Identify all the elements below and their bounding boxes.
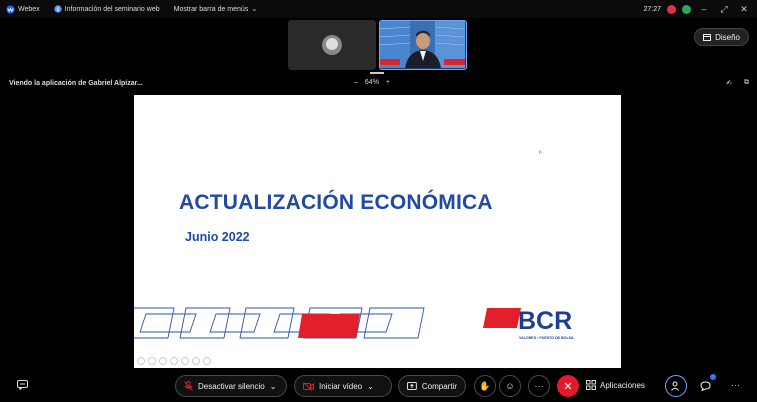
unmute-label: Desactivar silencio: [198, 381, 265, 391]
video-strip-handle[interactable]: [370, 72, 384, 74]
close-button[interactable]: ✕: [737, 4, 751, 15]
meeting-timer: 27:27: [643, 5, 661, 13]
annotate-icon[interactable]: ✍: [726, 79, 732, 87]
security-status-icon: [682, 4, 691, 14]
slide-grid-icon[interactable]: [181, 357, 189, 365]
participants-icon: [671, 381, 679, 391]
slide-next-icon[interactable]: [148, 357, 156, 365]
webex-logo-icon: [6, 4, 15, 14]
decorative-parallelograms: [134, 307, 425, 339]
chat-bubble-icon: [699, 381, 711, 391]
meeting-toolbar: Desactivar silencio ⌄ Iniciar vídeo ⌄ Co…: [0, 372, 757, 400]
bcr-logo: BCR VALORES • PUESTO DE BOLSA: [483, 307, 574, 340]
leave-meeting-button[interactable]: ✕: [557, 375, 579, 397]
emoji-icon: ☺: [505, 381, 515, 391]
raise-hand-button[interactable]: ✋: [474, 375, 496, 397]
share-label: Compartir: [421, 381, 457, 391]
pop-out-icon[interactable]: ⧉: [744, 79, 749, 87]
start-video-button[interactable]: Iniciar vídeo ⌄: [294, 375, 392, 397]
layout-button-label: Diseño: [715, 32, 740, 42]
share-screen-icon: [407, 381, 417, 390]
webinar-info-label: Información del seminario web: [64, 5, 160, 13]
webex-menu[interactable]: Webex: [6, 4, 40, 14]
restore-button[interactable]: ⤢: [717, 4, 731, 15]
app-name: Webex: [18, 5, 40, 13]
slide-more-icon[interactable]: [203, 357, 211, 365]
slide-title: ACTUALIZACIÓN ECONÓMICA: [179, 191, 493, 214]
zoom-controls: – 64% +: [354, 79, 390, 86]
title-bar: Webex Información del seminario web Most…: [0, 0, 757, 18]
microphone-muted-icon: [184, 381, 193, 391]
participant-video-tile[interactable]: [288, 20, 376, 70]
bcr-logo-subtext: VALORES • PUESTO DE BOLSA: [519, 336, 574, 340]
minimize-button[interactable]: –: [697, 4, 711, 14]
apps-button[interactable]: Aplicaciones: [586, 380, 645, 390]
more-icon: ···: [534, 381, 544, 391]
chat-notification-dot: [710, 374, 716, 380]
slide-zoom-icon[interactable]: [170, 357, 178, 365]
chevron-down-icon[interactable]: ⌄: [367, 382, 374, 391]
mouse-cursor-icon: ▹: [539, 149, 543, 156]
slide-controls: [137, 357, 211, 365]
zoom-in-button[interactable]: +: [386, 79, 390, 86]
zoom-out-button[interactable]: –: [354, 79, 358, 86]
speaker-video-feed: [380, 21, 466, 68]
reactions-button[interactable]: ☺: [499, 375, 521, 397]
more-options-button[interactable]: ···: [528, 375, 550, 397]
share-button[interactable]: Compartir: [398, 375, 466, 397]
info-icon: [54, 5, 62, 13]
webinar-info-button[interactable]: Información del seminario web: [54, 5, 160, 13]
viewing-app-label: Viendo la aplicación de Gabriel Alpízar.…: [9, 80, 143, 87]
active-speaker-video-tile[interactable]: [379, 20, 467, 70]
slide-subtitle: Junio 2022: [185, 230, 250, 244]
captions-icon[interactable]: [17, 380, 28, 390]
apps-grid-icon: [586, 380, 596, 390]
show-menu-bar-label: Mostrar barra de menús: [173, 5, 249, 13]
chevron-down-icon[interactable]: ⌄: [270, 382, 277, 391]
layout-button[interactable]: Diseño: [694, 28, 749, 46]
recording-indicator-icon: [667, 4, 676, 14]
slide-pen-icon[interactable]: [159, 357, 167, 365]
bcr-logo-text: BCR: [518, 307, 572, 335]
start-video-label: Iniciar vídeo: [319, 381, 363, 391]
slide-subtitles-icon[interactable]: [192, 357, 200, 365]
chevron-down-icon: ⌄: [251, 6, 258, 13]
close-icon: ✕: [563, 380, 573, 393]
zoom-level: 64%: [364, 79, 379, 86]
layout-icon: [703, 33, 712, 41]
avatar: [322, 35, 342, 55]
show-menu-bar-button[interactable]: Mostrar barra de menús ⌄: [173, 5, 258, 14]
slide-prev-icon[interactable]: [137, 357, 145, 365]
apps-label: Aplicaciones: [600, 380, 645, 390]
participants-button[interactable]: [665, 375, 687, 397]
more-panels-button[interactable]: ···: [731, 380, 740, 390]
hand-icon: ✋: [479, 380, 491, 391]
share-status-bar: Viendo la aplicación de Gabriel Alpízar.…: [0, 79, 757, 91]
shared-slide: ▹ ACTUALIZACIÓN ECONÓMICA Junio 2022 BCR…: [134, 95, 621, 368]
unmute-button[interactable]: Desactivar silencio ⌄: [175, 375, 287, 397]
video-off-icon: [303, 381, 314, 391]
